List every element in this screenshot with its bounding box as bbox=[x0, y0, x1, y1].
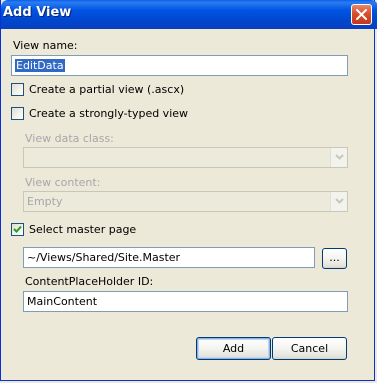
placeholder-id-label: ContentPlaceHolder ID: bbox=[25, 275, 154, 288]
close-icon bbox=[356, 9, 367, 20]
placeholder-id-value: MainContent bbox=[27, 295, 98, 308]
chevron-down-icon bbox=[335, 198, 344, 204]
add-view-dialog: Add View View name: EditData Create a pa… bbox=[0, 0, 377, 381]
browse-button[interactable]: ... bbox=[322, 248, 347, 269]
partial-view-checkbox[interactable] bbox=[11, 83, 24, 96]
placeholder-id-input[interactable]: MainContent bbox=[23, 291, 348, 312]
view-data-class-select[interactable] bbox=[23, 147, 348, 168]
master-page-label: Select master page bbox=[29, 223, 137, 236]
window-title: Add View bbox=[3, 5, 72, 20]
view-content-select[interactable]: Empty bbox=[23, 191, 348, 212]
chevron-down-icon bbox=[335, 154, 344, 160]
strongly-typed-checkbox[interactable] bbox=[11, 107, 24, 120]
strongly-typed-label: Create a strongly-typed view bbox=[29, 107, 189, 120]
partial-view-label: Create a partial view (.ascx) bbox=[29, 83, 185, 96]
cancel-button[interactable]: Cancel bbox=[272, 337, 347, 360]
master-page-path-input[interactable]: ~/Views/Shared/Site.Master bbox=[23, 247, 315, 268]
master-page-path-value: ~/Views/Shared/Site.Master bbox=[27, 251, 181, 264]
view-content-value: Empty bbox=[27, 195, 63, 208]
close-button[interactable] bbox=[351, 4, 372, 25]
view-name-value: EditData bbox=[15, 59, 65, 72]
title-bar[interactable]: Add View bbox=[1, 0, 377, 29]
add-button[interactable]: Add bbox=[196, 337, 271, 360]
dialog-body: View name: EditData Create a partial vie… bbox=[4, 29, 374, 379]
view-data-class-label: View data class: bbox=[25, 132, 114, 145]
view-content-dropdown-button[interactable] bbox=[330, 192, 347, 211]
checkmark-icon bbox=[13, 225, 22, 233]
view-content-label: View content: bbox=[25, 176, 101, 189]
view-data-class-dropdown-button[interactable] bbox=[330, 148, 347, 167]
view-name-input[interactable]: EditData bbox=[11, 55, 348, 76]
master-page-checkbox[interactable] bbox=[11, 223, 24, 236]
view-name-label: View name: bbox=[13, 39, 78, 52]
